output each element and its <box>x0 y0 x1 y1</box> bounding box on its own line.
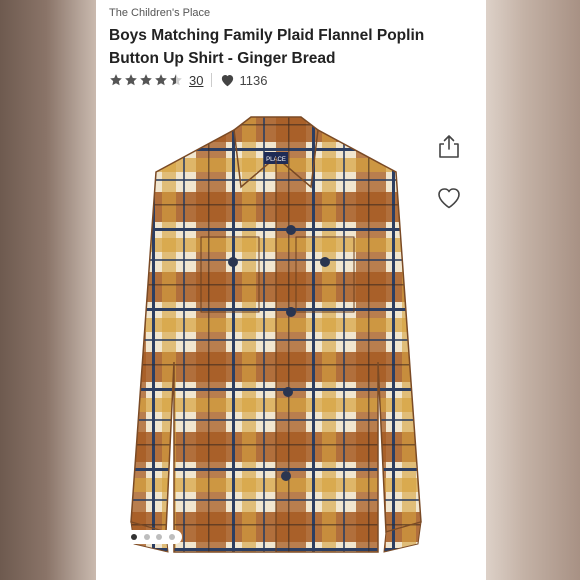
heart-icon <box>222 75 234 87</box>
star-icon <box>155 74 167 86</box>
carousel-dot[interactable] <box>156 534 163 540</box>
heart-outline-icon[interactable] <box>436 186 462 210</box>
star-icon <box>110 74 122 86</box>
likes-count[interactable]: 1136 <box>220 73 267 88</box>
rating-row: 30 1136 <box>109 71 267 89</box>
star-icon <box>125 74 137 86</box>
image-carousel-dots[interactable] <box>124 530 182 544</box>
carousel-dot[interactable] <box>143 534 150 540</box>
product-image-shirt[interactable]: PLACE <box>116 112 436 562</box>
carousel-dot[interactable] <box>131 534 138 540</box>
product-card: The Children's Place Boys Matching Famil… <box>96 0 486 580</box>
star-icon <box>140 74 152 86</box>
review-count-link[interactable]: 30 <box>189 73 203 88</box>
product-title: Boys Matching Family Plaid Flannel Popli… <box>109 27 425 67</box>
share-icon[interactable] <box>436 133 462 159</box>
star-half-icon <box>170 74 182 86</box>
carousel-dot[interactable] <box>168 534 175 540</box>
background-right <box>486 0 580 580</box>
likes-value: 1136 <box>239 72 268 88</box>
brand-name[interactable]: The Children's Place <box>109 7 210 19</box>
star-rating[interactable] <box>109 73 183 87</box>
divider <box>211 73 213 87</box>
